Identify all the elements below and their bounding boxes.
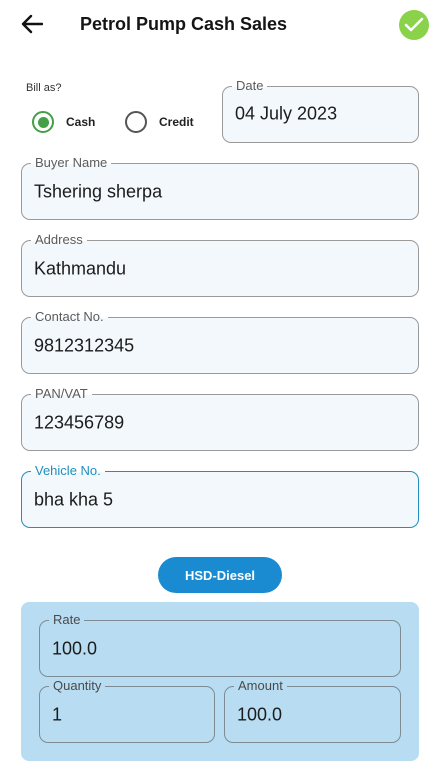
amount-field[interactable]: Amount 100.0 (224, 678, 401, 743)
vehicle-value: bha kha 5 (34, 489, 114, 509)
date-field[interactable]: Date 04 July 2023 (222, 78, 419, 143)
confirm-button[interactable] (399, 10, 429, 40)
contact-value: 9812312345 (34, 335, 135, 355)
vehicle-label: Vehicle No. (31, 463, 105, 479)
buyer-name-label: Buyer Name (31, 155, 112, 171)
pan-vat-label: PAN/VAT (31, 386, 92, 402)
buyer-name-field[interactable]: Buyer Name Tshering sherpa (21, 155, 419, 220)
address-label: Address (31, 232, 87, 248)
amount-value: 100.0 (237, 704, 283, 724)
bill-as-label: Bill as? (26, 82, 62, 94)
address-value: Kathmandu (34, 258, 127, 278)
contact-field[interactable]: Contact No. 9812312345 (21, 309, 419, 374)
pan-vat-field[interactable]: PAN/VAT 123456789 (21, 386, 419, 451)
radio-credit-label: Credit (159, 115, 194, 129)
date-label: Date (232, 78, 268, 94)
amount-label: Amount (234, 678, 287, 694)
pan-vat-value: 123456789 (34, 412, 125, 432)
quantity-value: 1 (52, 704, 63, 724)
radio-credit[interactable]: Credit (125, 111, 194, 133)
quantity-label: Quantity (49, 678, 106, 694)
radio-selected-icon (32, 111, 54, 133)
vehicle-field[interactable]: Vehicle No. bha kha 5 (21, 463, 419, 528)
back-button[interactable] (18, 10, 46, 38)
quantity-field[interactable]: Quantity 1 (39, 678, 215, 743)
date-value: 04 July 2023 (235, 103, 338, 124)
radio-cash[interactable]: Cash (32, 111, 95, 133)
buyer-name-value: Tshering sherpa (34, 181, 163, 201)
fuel-type-button[interactable]: HSD-Diesel (158, 557, 282, 593)
arrow-left-icon (21, 14, 43, 34)
fuel-details-panel: Rate 100.0 Quantity 1 Amount 100.0 (21, 602, 419, 761)
rate-value: 100.0 (52, 638, 98, 658)
address-field[interactable]: Address Kathmandu (21, 232, 419, 297)
contact-label: Contact No. (31, 309, 108, 325)
check-icon (404, 17, 424, 32)
app-bar: Petrol Pump Cash Sales (0, 0, 438, 52)
rate-label: Rate (49, 612, 85, 628)
radio-unselected-icon (125, 111, 147, 133)
rate-field[interactable]: Rate 100.0 (39, 612, 401, 677)
page-title: Petrol Pump Cash Sales (80, 14, 288, 34)
radio-cash-label: Cash (66, 115, 96, 129)
